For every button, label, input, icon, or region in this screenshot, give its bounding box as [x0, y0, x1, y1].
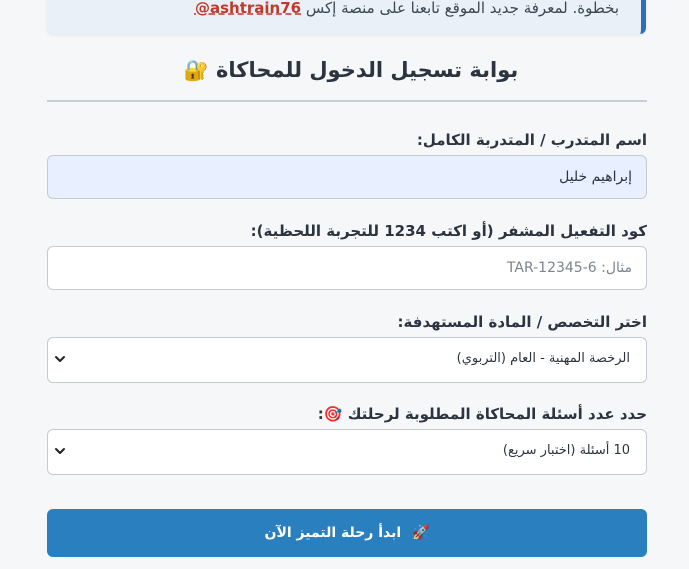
- start-button-label: ابدأ رحلة التميز الآن: [264, 525, 402, 541]
- activation-code-input[interactable]: [47, 246, 647, 290]
- login-card: بوابة تسجيل الدخول للمحاكاة 🔐 اسم المتدر…: [47, 48, 647, 569]
- specialty-label: اختر التخصص / المادة المستهدفة:: [397, 313, 647, 331]
- specialty-selected-value: الرخصة المهنية - العام (التربوي): [456, 351, 630, 366]
- question-count-select[interactable]: 10 أسئلة (اختبار سريع): [47, 429, 647, 475]
- name-input[interactable]: [47, 155, 647, 199]
- x-handle-link[interactable]: ashtrain76@: [195, 0, 301, 17]
- question-count-selected-value: 10 أسئلة (اختبار سريع): [502, 443, 630, 458]
- start-simulation-button[interactable]: 🚀 ابدأ رحلة التميز الآن: [47, 509, 647, 557]
- announcement-message: بخطوة. لمعرفة جديد الموقع تابعنا على منص…: [305, 0, 619, 17]
- question-count-label-text: حدد عدد أسئلة المحاكاة المطلوبة لرحلتك: [347, 405, 647, 423]
- target-icon: 🎯: [323, 405, 343, 423]
- lock-icon: 🔐: [183, 58, 209, 82]
- rocket-icon: 🚀: [412, 525, 430, 541]
- announcement-banner: بخطوة. لمعرفة جديد الموقع تابعنا على منص…: [47, 0, 646, 34]
- name-label: اسم المتدرب / المتدربة الكامل:: [416, 131, 647, 149]
- page: بخطوة. لمعرفة جديد الموقع تابعنا على منص…: [0, 0, 689, 569]
- chevron-down-icon: [55, 356, 65, 362]
- chevron-down-icon: [55, 448, 65, 454]
- specialty-select[interactable]: الرخصة المهنية - العام (التربوي): [47, 337, 647, 383]
- login-title: بوابة تسجيل الدخول للمحاكاة 🔐: [47, 58, 647, 82]
- activation-code-label: كود التفعيل المشفر (أو اكتب 1234 للتجربة…: [250, 222, 647, 240]
- announcement-text: بخطوة. لمعرفة جديد الموقع تابعنا على منص…: [195, 0, 619, 17]
- question-count-label: حدد عدد أسئلة المحاكاة المطلوبة لرحلتك 🎯…: [318, 405, 647, 423]
- title-divider: [47, 100, 647, 102]
- login-title-text: بوابة تسجيل الدخول للمحاكاة: [215, 58, 519, 82]
